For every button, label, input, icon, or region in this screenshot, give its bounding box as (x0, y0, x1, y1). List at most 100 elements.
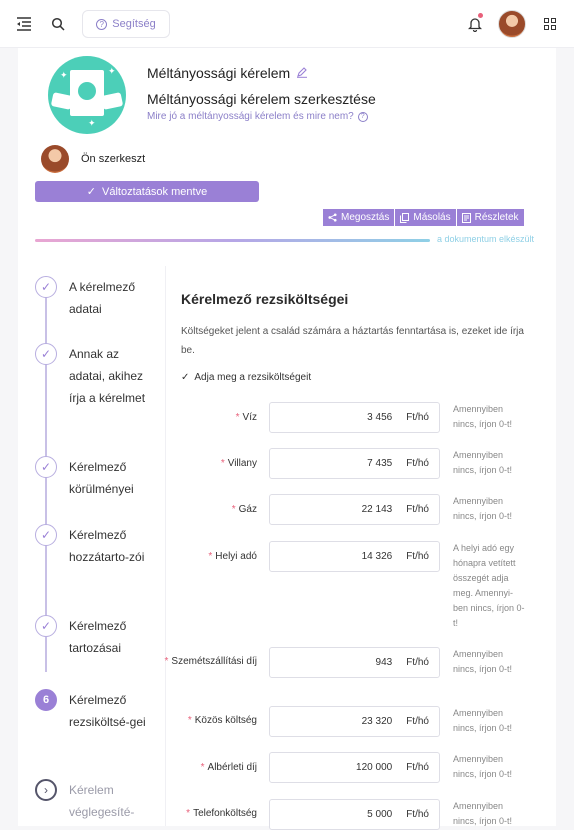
bell-icon[interactable] (465, 13, 485, 34)
step-label: Kérelmező hozzátarto-zói (69, 528, 145, 564)
field-hint: Amennyiben nincs, írjon 0-t! (453, 801, 513, 826)
field-label-text: Albérleti díj (207, 762, 257, 773)
top-bar: ? Segítség (0, 0, 574, 48)
help-link-text: Mire jó a méltányossági kérelem és mire … (147, 111, 354, 122)
details-button[interactable]: Részletek (456, 209, 524, 226)
notification-dot (478, 13, 483, 18)
chevron-right-icon: › (35, 779, 57, 801)
field-hint: Amennyiben nincs, írjon 0-t! (453, 754, 513, 779)
document-title-text: Méltányossági kérelem (147, 65, 291, 81)
field-unit: Ft/hó (406, 551, 429, 562)
field-hint: Amennyiben nincs, írjon 0-t! (453, 450, 513, 475)
field-label: * Gáz (157, 502, 257, 517)
field-label: * Telefonköltség (157, 806, 257, 821)
user-avatar[interactable] (498, 10, 526, 38)
help-button[interactable]: ? Segítség (82, 10, 170, 38)
cost-input[interactable]: 120 000 Ft/hó (269, 752, 440, 783)
required-star: * (231, 504, 236, 515)
field-value: 14 326 (361, 551, 393, 562)
step-label: Kérelmező tartozásai (69, 619, 127, 655)
field-label: * Közös költség (157, 713, 257, 728)
section-instruction-text: Adja meg a rezsiköltségeit (194, 372, 312, 383)
cost-input[interactable]: 14 326 Ft/hó (269, 541, 440, 572)
field-unit: Ft/hó (406, 809, 429, 820)
sparkle-icon: ✦ (88, 118, 96, 128)
sparkle-icon: ✦ (60, 70, 68, 80)
hand-right-shape (100, 92, 124, 110)
field-unit: Ft/hó (406, 716, 429, 727)
field-unit: Ft/hó (406, 458, 429, 469)
section-description: Költségeket jelent a család számára a há… (181, 326, 524, 356)
award-badge-icon (78, 82, 96, 100)
required-star: * (220, 458, 225, 469)
field-hint: Amennyiben nincs, írjon 0-t! (453, 496, 513, 521)
apps-grid-icon[interactable] (540, 14, 560, 34)
cost-input[interactable]: 3 456 Ft/hó (269, 402, 440, 433)
changes-saved-button[interactable]: ✓ Változtatások mentve (35, 181, 259, 202)
completion-progress-bar (35, 239, 430, 242)
step-done-check-icon: ✓ (35, 524, 57, 546)
required-star: * (235, 412, 240, 423)
field-unit: Ft/hó (406, 657, 429, 668)
cost-input[interactable]: 22 143 Ft/hó (269, 494, 440, 525)
cost-input[interactable]: 5 000 Ft/hó (269, 799, 440, 830)
step-done-check-icon: ✓ (35, 615, 57, 637)
field-hint: Amennyiben nincs, írjon 0-t! (453, 708, 513, 733)
check-icon: ✓ (86, 186, 97, 198)
field-label-text: Helyi adó (215, 551, 257, 562)
field-value: 5 000 (367, 809, 393, 820)
field-unit: Ft/hó (406, 504, 429, 515)
cost-input[interactable]: 943 Ft/hó (269, 647, 440, 678)
section-title: Kérelmező rezsiköltségei (181, 291, 349, 307)
share-button[interactable]: Megosztás (323, 209, 395, 226)
edit-pencil-icon[interactable] (296, 65, 308, 81)
field-unit: Ft/hó (406, 412, 429, 423)
field-value: 943 (375, 657, 393, 668)
field-label-text: Közös költség (194, 715, 257, 726)
required-star: * (164, 656, 169, 667)
share-label: Megosztás (341, 212, 390, 223)
cost-input[interactable]: 23 320 Ft/hó (269, 706, 440, 737)
help-link[interactable]: Mire jó a méltányossági kérelem és mire … (147, 111, 368, 122)
question-icon: ? (357, 111, 368, 122)
field-value: 22 143 (361, 504, 393, 515)
step-label: Kérelem véglegesíté- (69, 783, 135, 819)
editor-avatar (41, 145, 69, 173)
field-label-text: Gáz (238, 504, 257, 515)
field-label: * Villany (157, 456, 257, 471)
question-icon: ? (96, 18, 108, 30)
field-label-text: Víz (242, 412, 257, 423)
field-hint: A helyi adó egy hónapra vetített összegé… (453, 543, 525, 628)
field-label: * Víz (157, 410, 257, 425)
copy-button[interactable]: Másolás (395, 209, 456, 226)
field-label: * Helyi adó (157, 549, 257, 564)
required-star: * (187, 715, 192, 726)
completion-progress-label: a dokumentum elkészült (437, 234, 535, 244)
share-icon (328, 213, 337, 222)
field-value: 23 320 (361, 716, 393, 727)
field-label: * Szemétszállítási díj (162, 654, 258, 669)
step-done-check-icon: ✓ (35, 343, 57, 365)
field-value: 7 435 (367, 458, 393, 469)
field-label: * Albérleti díj (157, 760, 257, 775)
field-label-text: Szemétszállítási díj (171, 656, 257, 667)
required-star: * (186, 808, 191, 819)
step-done-check-icon: ✓ (35, 456, 57, 478)
document-subtitle: Méltányossági kérelem szerkesztése (147, 91, 376, 107)
document-title: Méltányossági kérelem (147, 65, 308, 81)
help-button-label: Segítség (112, 18, 156, 30)
field-value: 120 000 (356, 762, 393, 773)
step-label: Kérelmező rezsiköltsé-gei (69, 693, 146, 729)
editor-status: Ön szerkeszt (81, 153, 146, 165)
hand-left-shape (50, 92, 74, 110)
cost-input[interactable]: 7 435 Ft/hó (269, 448, 440, 479)
search-icon[interactable] (48, 14, 68, 34)
field-unit: Ft/hó (406, 762, 429, 773)
required-star: * (200, 762, 205, 773)
field-hint: Amennyiben nincs, írjon 0-t! (453, 404, 513, 429)
sparkle-icon: ✦ (108, 66, 116, 76)
menu-collapse-icon[interactable] (14, 14, 34, 34)
copy-icon (400, 212, 410, 223)
changes-saved-label: Változtatások mentve (102, 185, 208, 198)
section-instruction: ✓ Adja meg a rezsiköltségeit (181, 372, 311, 383)
